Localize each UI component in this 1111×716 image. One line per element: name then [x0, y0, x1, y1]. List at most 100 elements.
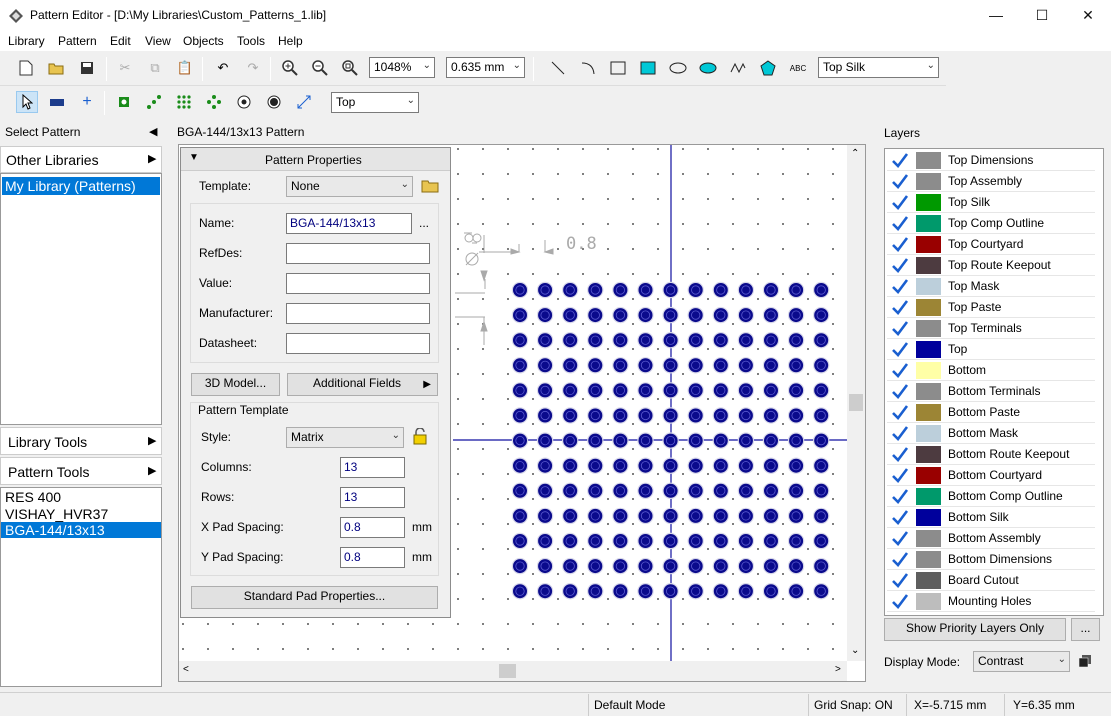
- layer-color-swatch[interactable]: [916, 215, 941, 232]
- polygon-tool-icon[interactable]: [757, 57, 779, 79]
- pattern-list[interactable]: RES 400 VISHAY_HVR37 BGA-144/13x13: [0, 487, 162, 687]
- show-priority-layers-button[interactable]: Show Priority Layers Only: [884, 618, 1066, 641]
- checkmark-icon[interactable]: [891, 341, 909, 357]
- additional-fields-button[interactable]: Additional Fields ▶: [287, 373, 438, 396]
- layer-color-swatch[interactable]: [916, 509, 941, 526]
- library-tools-item[interactable]: Library Tools ▶: [0, 427, 162, 455]
- checkmark-icon[interactable]: [891, 299, 909, 315]
- close-button[interactable]: ✕: [1065, 0, 1111, 31]
- library-list[interactable]: My Library (Patterns): [0, 173, 162, 425]
- checkmark-icon[interactable]: [891, 362, 909, 378]
- menu-view[interactable]: View: [145, 34, 171, 48]
- side-combo[interactable]: Top ⌄: [331, 92, 419, 113]
- layer-row[interactable]: Bottom Terminals: [887, 381, 1095, 402]
- manufacturer-field[interactable]: [286, 303, 430, 324]
- rectangle-tool-icon[interactable]: [607, 57, 629, 79]
- layer-color-swatch[interactable]: [916, 551, 941, 568]
- pattern-tools-item[interactable]: Pattern Tools ▶: [0, 457, 162, 485]
- value-field[interactable]: [286, 273, 430, 294]
- layer-row[interactable]: Top Route Keepout: [887, 255, 1095, 276]
- checkmark-icon[interactable]: [891, 257, 909, 273]
- pad-cross-icon[interactable]: [203, 91, 225, 113]
- layer-row[interactable]: Top Comp Outline: [887, 213, 1095, 234]
- pattern-list-item[interactable]: VISHAY_HVR37: [1, 506, 161, 522]
- pattern-list-item[interactable]: BGA-144/13x13: [1, 522, 161, 538]
- menu-library[interactable]: Library: [8, 34, 45, 48]
- crosshair-icon[interactable]: +: [76, 91, 98, 113]
- zoom-in-icon[interactable]: [279, 57, 301, 79]
- layer-color-swatch[interactable]: [916, 467, 941, 484]
- pad-icon[interactable]: [113, 91, 135, 113]
- y-pad-spacing-field[interactable]: 0.8: [340, 547, 405, 568]
- name-browse-button[interactable]: ...: [419, 216, 429, 230]
- layer-row[interactable]: Mounting Holes: [887, 591, 1095, 612]
- layer-row[interactable]: Top Silk: [887, 192, 1095, 213]
- hole-icon[interactable]: [233, 91, 255, 113]
- fiducial-icon[interactable]: [263, 91, 285, 113]
- rows-field[interactable]: 13: [340, 487, 405, 508]
- layer-row[interactable]: Bottom Assembly: [887, 528, 1095, 549]
- layer-color-swatch[interactable]: [916, 446, 941, 463]
- text-tool-icon[interactable]: ABC: [787, 57, 809, 79]
- minimize-button[interactable]: —: [973, 0, 1019, 31]
- checkmark-icon[interactable]: [891, 530, 909, 546]
- layer-row[interactable]: Top Courtyard: [887, 234, 1095, 255]
- standard-pad-properties-button[interactable]: Standard Pad Properties...: [191, 586, 438, 609]
- layer-row[interactable]: Bottom Dimensions: [887, 549, 1095, 570]
- checkmark-icon[interactable]: [891, 425, 909, 441]
- layer-color-swatch[interactable]: [916, 194, 941, 211]
- undo-icon[interactable]: ↶: [212, 57, 234, 79]
- ellipse-tool-icon[interactable]: [667, 57, 689, 79]
- style-combo[interactable]: Matrix ⌄: [286, 427, 404, 448]
- layer-color-swatch[interactable]: [916, 488, 941, 505]
- redo-icon[interactable]: ↷: [242, 57, 264, 79]
- line-tool-icon[interactable]: [547, 57, 569, 79]
- vertical-scrollbar[interactable]: ⌃ ⌄: [847, 145, 865, 661]
- checkmark-icon[interactable]: [891, 404, 909, 420]
- layer-color-swatch[interactable]: [916, 152, 941, 169]
- x-pad-spacing-field[interactable]: 0.8: [340, 517, 405, 538]
- zoom-fit-icon[interactable]: [339, 57, 361, 79]
- layer-color-swatch[interactable]: [916, 173, 941, 190]
- menu-help[interactable]: Help: [278, 34, 303, 48]
- layer-color-swatch[interactable]: [916, 530, 941, 547]
- checkmark-icon[interactable]: [891, 572, 909, 588]
- scroll-right-icon[interactable]: >: [835, 664, 841, 675]
- display-mode-combo[interactable]: Contrast ⌄: [973, 651, 1070, 672]
- properties-title-bar[interactable]: ▼ Pattern Properties: [181, 148, 450, 171]
- horizontal-scroll-thumb[interactable]: [499, 664, 516, 678]
- name-field[interactable]: BGA-144/13x13: [286, 213, 412, 234]
- collapse-down-icon[interactable]: ▼: [189, 152, 199, 163]
- polyline-tool-icon[interactable]: [727, 57, 749, 79]
- vertical-scroll-thumb[interactable]: [849, 394, 863, 411]
- checkmark-icon[interactable]: [891, 194, 909, 210]
- layer-row[interactable]: Bottom Mask: [887, 423, 1095, 444]
- filled-ellipse-tool-icon[interactable]: [697, 57, 719, 79]
- menu-tools[interactable]: Tools: [237, 34, 265, 48]
- layer-color-swatch[interactable]: [916, 404, 941, 421]
- pattern-list-item[interactable]: RES 400: [1, 488, 161, 506]
- checkmark-icon[interactable]: [891, 320, 909, 336]
- horizontal-scrollbar[interactable]: < >: [179, 661, 847, 681]
- save-icon[interactable]: [76, 57, 98, 79]
- datasheet-field[interactable]: [286, 333, 430, 354]
- layer-row[interactable]: Top Paste: [887, 297, 1095, 318]
- select-pointer-icon[interactable]: [16, 91, 38, 113]
- menu-objects[interactable]: Objects: [183, 34, 224, 48]
- pad-row-icon[interactable]: [143, 91, 165, 113]
- open-folder-icon[interactable]: [45, 57, 67, 79]
- layer-row[interactable]: Bottom Comp Outline: [887, 486, 1095, 507]
- scroll-left-icon[interactable]: <: [183, 664, 189, 675]
- cut-icon[interactable]: ✂: [114, 57, 136, 79]
- copy-icon[interactable]: ⧉: [144, 57, 166, 79]
- menu-edit[interactable]: Edit: [110, 34, 131, 48]
- scroll-up-icon[interactable]: ⌃: [851, 148, 859, 159]
- layer-color-swatch[interactable]: [916, 425, 941, 442]
- layer-color-swatch[interactable]: [916, 383, 941, 400]
- checkmark-icon[interactable]: [891, 173, 909, 189]
- layer-color-swatch[interactable]: [916, 572, 941, 589]
- layers-more-button[interactable]: ...: [1071, 618, 1100, 641]
- filled-rectangle-tool-icon[interactable]: [637, 57, 659, 79]
- template-combo[interactable]: None ⌄: [286, 176, 413, 197]
- refdes-field[interactable]: [286, 243, 430, 264]
